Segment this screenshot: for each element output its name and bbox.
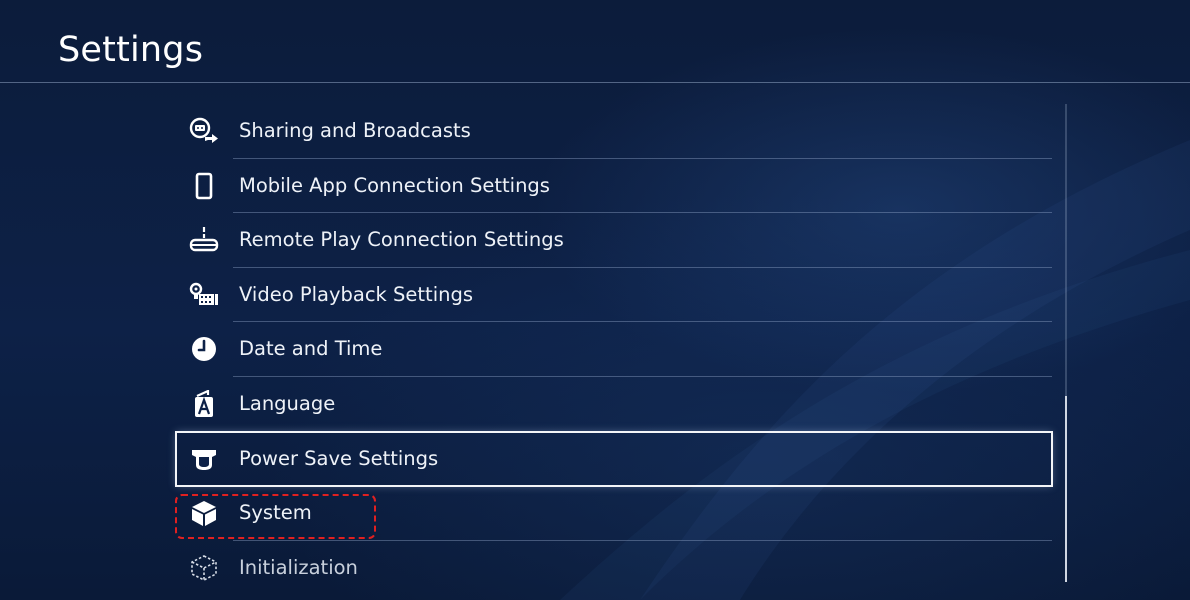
power-save-icon — [188, 445, 220, 473]
header-bar: Settings — [0, 0, 1190, 83]
menu-item-label: Initialization — [239, 555, 358, 579]
initialization-icon — [188, 554, 220, 582]
menu-item-date-and-time[interactable]: Date and Time — [176, 322, 1052, 377]
clock-icon — [188, 335, 220, 363]
menu-item-video-playback-settings[interactable]: Video Playback Settings — [176, 268, 1052, 323]
menu-item-remote-play-connection-settings[interactable]: Remote Play Connection Settings — [176, 213, 1052, 268]
menu-item-initialization[interactable]: Initialization — [176, 541, 1052, 596]
page-title: Settings — [58, 30, 204, 70]
menu-item-power-save-settings[interactable]: Power Save Settings — [175, 430, 1053, 488]
menu-item-label: System — [239, 501, 312, 525]
remote-play-icon — [188, 226, 220, 254]
menu-item-system[interactable]: System — [176, 486, 1052, 541]
smartphone-icon — [188, 172, 220, 200]
video-playback-icon — [188, 281, 220, 309]
menu-item-label: Language — [239, 391, 336, 415]
menu-item-label: Sharing and Broadcasts — [239, 119, 471, 142]
scrollbar-track[interactable] — [1065, 104, 1067, 582]
scrollbar-thumb[interactable] — [1065, 396, 1067, 582]
settings-menu: Sharing and Broadcasts Mobile App Connec… — [175, 104, 1053, 596]
menu-item-label: Remote Play Connection Settings — [239, 228, 564, 252]
menu-item-mobile-app-connection-settings[interactable]: Mobile App Connection Settings — [176, 159, 1052, 214]
menu-item-sharing-and-broadcasts[interactable]: Sharing and Broadcasts — [176, 104, 1052, 159]
menu-item-label: Video Playback Settings — [239, 282, 474, 306]
menu-item-label: Date and Time — [239, 337, 383, 361]
menu-item-label: Power Save Settings — [239, 446, 439, 470]
menu-item-language[interactable]: Language — [176, 377, 1052, 432]
system-cube-icon — [188, 499, 220, 527]
menu-item-label: Mobile App Connection Settings — [239, 173, 550, 197]
language-icon — [188, 389, 220, 418]
sharing-broadcast-icon — [188, 117, 220, 145]
